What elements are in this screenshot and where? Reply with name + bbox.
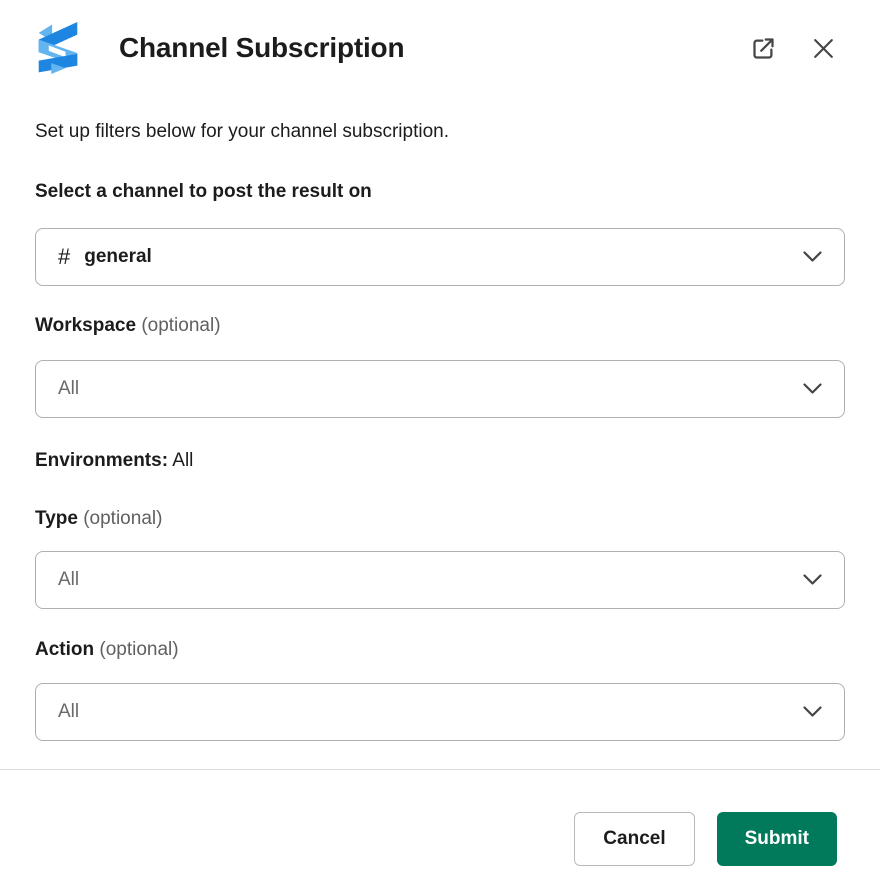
action-optional-text: (optional) [99, 639, 178, 660]
action-select-value: All [58, 701, 79, 723]
workspace-label: Workspace (optional) [35, 312, 845, 340]
chevron-down-icon [803, 574, 822, 586]
environments-line: Environments: All [35, 447, 845, 475]
type-optional-text: (optional) [83, 508, 162, 529]
channel-subscription-modal: Channel Subscription Set up filters belo… [0, 0, 880, 892]
modal-title: Channel Subscription [119, 32, 404, 64]
workspace-optional-text: (optional) [141, 315, 220, 336]
action-select[interactable]: All [35, 683, 845, 741]
action-label-text: Action [35, 639, 94, 660]
submit-button[interactable]: Submit [717, 812, 837, 866]
modal-footer: Cancel Submit [0, 770, 880, 866]
workspace-select[interactable]: All [35, 360, 845, 418]
workspace-select-value: All [58, 378, 79, 400]
environments-label: Environments: [35, 450, 168, 471]
workspace-label-text: Workspace [35, 315, 136, 336]
intro-text: Set up filters below for your channel su… [35, 118, 845, 146]
type-label: Type (optional) [35, 505, 845, 533]
modal-header: Channel Subscription [0, 0, 880, 74]
chevron-down-icon [803, 706, 822, 718]
environments-value: All [172, 450, 193, 471]
action-label: Action (optional) [35, 636, 845, 664]
channel-select-value: general [84, 246, 152, 268]
modal-body: Set up filters below for your channel su… [0, 118, 880, 741]
hash-icon: # [58, 244, 70, 270]
close-button[interactable] [807, 32, 840, 65]
chevron-down-icon [803, 383, 822, 395]
app-logo-icon [35, 22, 81, 74]
channel-select[interactable]: # general [35, 228, 845, 286]
close-icon [811, 36, 836, 61]
external-link-icon [750, 35, 777, 62]
type-select-value: All [58, 569, 79, 591]
type-label-text: Type [35, 508, 78, 529]
cancel-button[interactable]: Cancel [574, 812, 694, 866]
channel-select-label: Select a channel to post the result on [35, 178, 845, 206]
open-external-button[interactable] [746, 31, 781, 66]
chevron-down-icon [803, 251, 822, 263]
type-select[interactable]: All [35, 551, 845, 609]
